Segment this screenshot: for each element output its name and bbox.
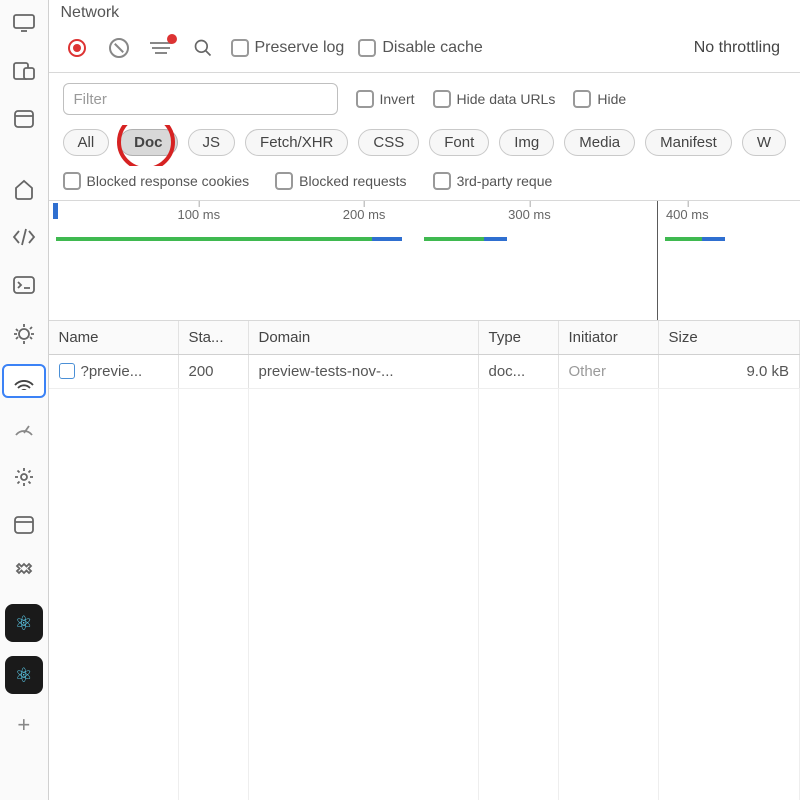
clear-button[interactable] — [105, 34, 133, 62]
checkbox-icon — [231, 39, 249, 57]
disable-cache-checkbox[interactable]: Disable cache — [358, 39, 483, 57]
third-party-label: 3rd-party reque — [457, 173, 553, 189]
react-profiler-icon[interactable]: ⚛ — [5, 656, 43, 694]
cell-name: ?previe... — [49, 355, 179, 388]
invert-checkbox[interactable]: Invert — [356, 90, 415, 108]
checkbox-icon — [433, 172, 451, 190]
timeline-tick: 300 ms — [508, 207, 551, 222]
blocked-response-label: Blocked response cookies — [87, 173, 250, 189]
chip-all[interactable]: All — [63, 129, 110, 156]
panel-title: Network — [49, 0, 800, 30]
timeline-tick: 200 ms — [343, 207, 386, 222]
performance-icon[interactable] — [2, 412, 46, 446]
preserve-log-checkbox[interactable]: Preserve log — [231, 39, 345, 57]
blocked-requests-label: Blocked requests — [299, 173, 406, 189]
debugger-icon[interactable] — [2, 316, 46, 350]
col-size[interactable]: Size — [659, 321, 800, 354]
chip-font[interactable]: Font — [429, 129, 489, 156]
checkbox-icon — [275, 172, 293, 190]
table-empty-area — [49, 389, 800, 800]
elements-icon[interactable] — [2, 220, 46, 254]
add-panel-icon[interactable]: + — [2, 708, 46, 742]
type-filter-chips: All Doc JS Fetch/XHR CSS Font Img Media … — [49, 125, 800, 166]
third-party-checkbox[interactable]: 3rd-party reque — [433, 172, 553, 190]
timeline-tick: 100 ms — [177, 207, 220, 222]
checkbox-icon — [358, 39, 376, 57]
chip-js[interactable]: JS — [188, 129, 236, 156]
filter-input[interactable] — [63, 83, 338, 115]
search-icon[interactable] — [189, 34, 217, 62]
timeline-overview[interactable]: 100 ms 200 ms 300 ms 400 ms — [49, 201, 800, 321]
window-icon[interactable] — [2, 102, 46, 136]
hide-data-urls-checkbox[interactable]: Hide data URLs — [433, 90, 556, 108]
col-name[interactable]: Name — [49, 321, 179, 354]
chip-fetch-xhr[interactable]: Fetch/XHR — [245, 129, 348, 156]
record-button[interactable] — [63, 34, 91, 62]
timeline-tick: 400 ms — [666, 207, 709, 222]
col-domain[interactable]: Domain — [249, 321, 479, 354]
storage-icon[interactable] — [2, 508, 46, 542]
col-type[interactable]: Type — [479, 321, 559, 354]
blocked-requests-checkbox[interactable]: Blocked requests — [275, 172, 406, 190]
timeline-marker[interactable] — [657, 201, 658, 320]
hide-data-urls-label: Hide data URLs — [457, 91, 556, 107]
hide-ext-checkbox[interactable]: Hide — [573, 90, 626, 108]
network-panel: Network Preserve log Disable cache No th… — [49, 0, 800, 800]
col-initiator[interactable]: Initiator — [559, 321, 659, 354]
home-icon[interactable] — [2, 172, 46, 206]
throttling-select[interactable]: No throttling — [688, 37, 786, 59]
invert-label: Invert — [380, 91, 415, 107]
extensions-icon[interactable] — [2, 556, 46, 590]
chip-css[interactable]: CSS — [358, 129, 419, 156]
cell-type: doc... — [479, 355, 559, 388]
devtools-left-rail: ⚛ ⚛ + — [0, 0, 49, 800]
cell-initiator: Other — [559, 355, 659, 388]
network-icon[interactable] — [2, 364, 46, 398]
react-devtools-icon[interactable]: ⚛ — [5, 604, 43, 642]
table-row[interactable]: ?previe... 200 preview-tests-nov-... doc… — [49, 355, 800, 389]
chip-img[interactable]: Img — [499, 129, 554, 156]
filter-row: Invert Hide data URLs Hide — [49, 73, 800, 125]
device-icon[interactable] — [2, 6, 46, 40]
cell-size: 9.0 kB — [659, 355, 800, 388]
checkbox-icon — [356, 90, 374, 108]
blocked-response-cookies-checkbox[interactable]: Blocked response cookies — [63, 172, 250, 190]
checkbox-icon — [573, 90, 591, 108]
settings-gear-icon[interactable] — [2, 460, 46, 494]
col-status[interactable]: Sta... — [179, 321, 249, 354]
chip-ws[interactable]: W — [742, 129, 786, 156]
document-icon — [59, 363, 75, 379]
table-header: Name Sta... Domain Type Initiator Size — [49, 321, 800, 355]
chip-doc[interactable]: Doc — [119, 129, 177, 156]
timeline-track — [49, 237, 800, 243]
requests-table: Name Sta... Domain Type Initiator Size ?… — [49, 321, 800, 800]
cell-status: 200 — [179, 355, 249, 388]
checkbox-icon — [433, 90, 451, 108]
disable-cache-label: Disable cache — [382, 39, 483, 57]
network-toolbar: Preserve log Disable cache No throttling — [49, 30, 800, 73]
hide-ext-label: Hide — [597, 91, 626, 107]
checkbox-icon — [63, 172, 81, 190]
cookie-filter-row: Blocked response cookies Blocked request… — [49, 166, 800, 201]
chip-manifest[interactable]: Manifest — [645, 129, 732, 156]
console-icon[interactable] — [2, 268, 46, 302]
responsive-icon[interactable] — [2, 54, 46, 88]
preserve-log-label: Preserve log — [255, 39, 345, 57]
filter-toggle-icon[interactable] — [147, 36, 175, 60]
cell-domain: preview-tests-nov-... — [249, 355, 479, 388]
chip-media[interactable]: Media — [564, 129, 635, 156]
